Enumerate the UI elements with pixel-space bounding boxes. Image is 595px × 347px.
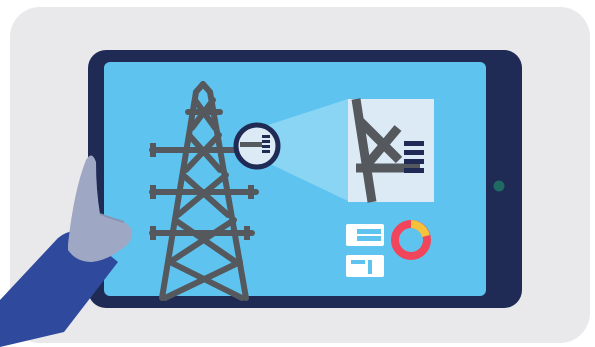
illustration-svg [0, 7, 590, 347]
detail-panel-icon [348, 98, 434, 203]
illustration [0, 0, 595, 347]
camera-dot [493, 180, 505, 192]
magnifier-icon [233, 122, 281, 170]
